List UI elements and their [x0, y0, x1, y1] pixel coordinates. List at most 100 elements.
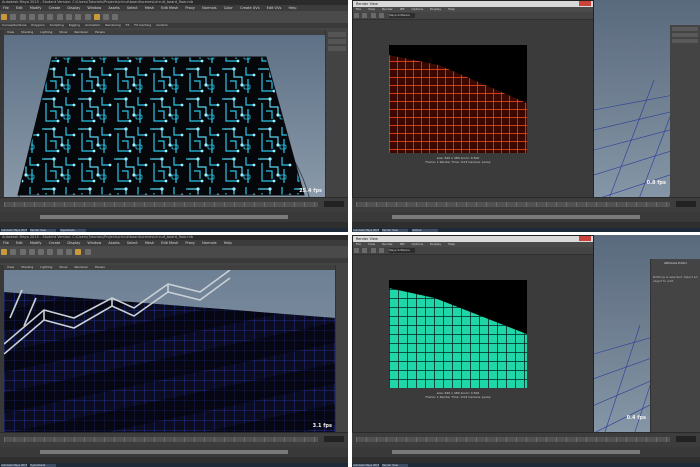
- menu-window[interactable]: Window: [87, 241, 101, 245]
- renderer-select[interactable]: Maya Software: [389, 248, 416, 253]
- vp-menu-panels[interactable]: Panels: [95, 30, 105, 34]
- taskbar-item[interactable]: Hypershade: [30, 463, 57, 467]
- vp-menu-show[interactable]: Show: [59, 265, 67, 269]
- menu-file[interactable]: File: [3, 6, 9, 10]
- time-slider[interactable]: [0, 197, 348, 212]
- menu-color[interactable]: Color: [224, 6, 233, 10]
- menu-select[interactable]: Select: [127, 241, 138, 245]
- shelf-tab[interactable]: FX: [126, 23, 130, 27]
- save-scene-icon[interactable]: [28, 249, 35, 255]
- save-scene-icon[interactable]: [28, 14, 35, 20]
- snapshot-icon[interactable]: [370, 13, 376, 18]
- snap-point-icon[interactable]: [84, 14, 91, 20]
- range-slider[interactable]: [352, 447, 700, 457]
- taskbar-item[interactable]: Autodesk Maya 2015: [1, 463, 27, 467]
- renderer-select[interactable]: Maya Software: [389, 13, 416, 18]
- select-object-icon[interactable]: [47, 249, 54, 255]
- vp-menu-shading[interactable]: Shading: [21, 30, 33, 34]
- vp-menu-view[interactable]: View: [7, 265, 14, 269]
- menu-display[interactable]: Display: [67, 6, 80, 10]
- shelf-tab[interactable]: Rendering: [105, 23, 120, 27]
- rv-menu-options[interactable]: Options: [412, 7, 424, 11]
- mode-selector-icon[interactable]: [1, 249, 7, 255]
- snap-grid-icon[interactable]: [56, 249, 63, 255]
- render-frame-icon[interactable]: [93, 14, 100, 20]
- menu-window[interactable]: Window: [87, 6, 101, 10]
- menu-assets[interactable]: Assets: [108, 6, 119, 10]
- persp-viewport[interactable]: View Shading Lighting Show Renderer Pane…: [4, 265, 336, 433]
- vp-menu-lighting[interactable]: Lighting: [40, 265, 52, 269]
- redo-render-icon[interactable]: [354, 13, 359, 18]
- rv-menu-render[interactable]: Render: [382, 7, 393, 11]
- taskbar-item[interactable]: Hypershade: [59, 228, 86, 232]
- render-settings-icon[interactable]: [112, 14, 119, 20]
- menu-normals[interactable]: Normals: [202, 6, 217, 10]
- rv-menu-help[interactable]: Help: [448, 7, 455, 11]
- taskbar-item[interactable]: Outliner: [411, 228, 438, 232]
- open-scene-icon[interactable]: [19, 14, 26, 20]
- vp-menu-renderer[interactable]: Renderer: [74, 265, 88, 269]
- shelf-tab[interactable]: Animation: [85, 23, 100, 27]
- shelf-tab[interactable]: FX Caching: [134, 23, 151, 27]
- current-frame-field[interactable]: [676, 201, 696, 207]
- rv-menu-ipr[interactable]: IPR: [400, 242, 405, 246]
- new-scene-icon[interactable]: [10, 249, 17, 255]
- current-frame-field[interactable]: [324, 201, 344, 207]
- menu-mesh[interactable]: Mesh: [145, 241, 154, 245]
- menu-create-uvs[interactable]: Create UVs: [240, 6, 260, 10]
- menu-modify[interactable]: Modify: [30, 241, 42, 245]
- ipr-icon[interactable]: [362, 13, 368, 18]
- rv-menu-display[interactable]: Display: [430, 7, 441, 11]
- vp-menu-show[interactable]: Show: [59, 30, 67, 34]
- time-slider[interactable]: [352, 197, 700, 212]
- menu-create[interactable]: Create: [49, 241, 61, 245]
- select-hierarchy-icon[interactable]: [38, 14, 45, 20]
- current-frame-field[interactable]: [676, 436, 696, 442]
- menu-edit-uvs[interactable]: Edit UVs: [267, 6, 282, 10]
- persp-viewport[interactable]: View Shading Lighting Show Renderer Pane…: [4, 30, 326, 198]
- menu-mesh[interactable]: Mesh: [145, 6, 154, 10]
- menu-edit[interactable]: Edit: [16, 6, 23, 10]
- shelf-tab[interactable]: Custom: [156, 23, 168, 27]
- rv-menu-file[interactable]: File: [356, 242, 361, 246]
- keep-image-icon[interactable]: [378, 248, 384, 253]
- select-hierarchy-icon[interactable]: [38, 249, 45, 255]
- keep-image-icon[interactable]: [378, 13, 384, 18]
- menu-assets[interactable]: Assets: [108, 241, 119, 245]
- shelf-tab[interactable]: Polygons: [31, 23, 44, 27]
- vp-menu-shading[interactable]: Shading: [21, 265, 33, 269]
- snap-curve-icon[interactable]: [65, 249, 72, 255]
- rv-menu-file[interactable]: File: [356, 7, 361, 11]
- rv-menu-help[interactable]: Help: [448, 242, 455, 246]
- snap-curve-icon[interactable]: [75, 14, 82, 20]
- rv-menu-options[interactable]: Options: [412, 242, 424, 246]
- taskbar-item[interactable]: Autodesk Maya 2015: [353, 463, 379, 467]
- rv-menu-view[interactable]: View: [368, 7, 375, 11]
- select-component-icon[interactable]: [56, 14, 63, 20]
- ipr-icon[interactable]: [362, 248, 368, 253]
- redo-render-icon[interactable]: [354, 248, 359, 253]
- shelf-tab[interactable]: Curves/Surfaces: [2, 23, 26, 27]
- ipr-render-icon[interactable]: [103, 14, 110, 20]
- taskbar-item[interactable]: Autodesk Maya 2015: [353, 228, 379, 232]
- shelf-tab[interactable]: Sculpting: [50, 23, 64, 27]
- current-frame-field[interactable]: [324, 436, 344, 442]
- new-scene-icon[interactable]: [10, 14, 17, 20]
- snap-grid-icon[interactable]: [65, 14, 72, 20]
- taskbar-item[interactable]: Autodesk Maya 2015: [1, 228, 27, 232]
- snapshot-icon[interactable]: [370, 248, 376, 253]
- menu-modify[interactable]: Modify: [30, 6, 42, 10]
- range-slider[interactable]: [0, 447, 348, 457]
- render-frame-icon[interactable]: [75, 249, 82, 255]
- time-slider[interactable]: [0, 432, 348, 447]
- menu-help[interactable]: Help: [224, 241, 232, 245]
- select-object-icon[interactable]: [47, 14, 54, 20]
- menu-edit-mesh[interactable]: Edit Mesh: [161, 241, 178, 245]
- vp-menu-view[interactable]: View: [7, 30, 14, 34]
- taskbar-item[interactable]: Render View: [382, 463, 409, 467]
- rv-menu-ipr[interactable]: IPR: [400, 7, 405, 11]
- menu-edit-mesh[interactable]: Edit Mesh: [161, 6, 178, 10]
- vp-menu-panels[interactable]: Panels: [95, 265, 105, 269]
- taskbar-item[interactable]: Render View: [382, 228, 409, 232]
- vp-menu-renderer[interactable]: Renderer: [74, 30, 88, 34]
